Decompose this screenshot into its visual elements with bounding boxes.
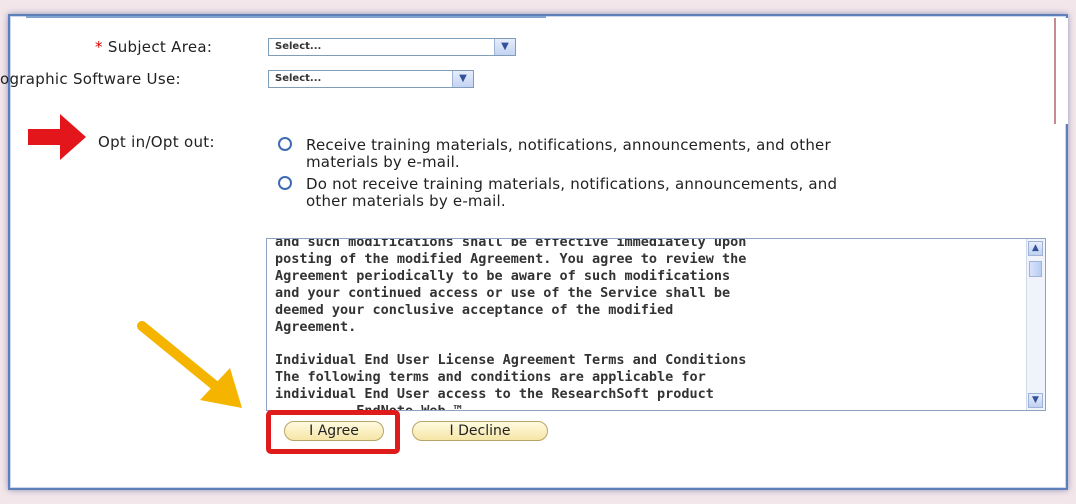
subject-area-value: Select...: [275, 41, 322, 52]
software-use-label: ographic Software Use:: [0, 70, 181, 88]
opt-out-text: Do not receive training materials, notif…: [306, 175, 838, 210]
license-line: Agreement.: [275, 318, 357, 335]
subject-area-label-text: Subject Area:: [107, 38, 213, 56]
chevron-up-icon[interactable]: ▲: [1028, 241, 1043, 256]
required-mark: *: [95, 38, 103, 56]
license-line: posting of the modified Agreement. You a…: [275, 250, 747, 267]
side-panel-edge: [1054, 18, 1068, 124]
license-textarea[interactable]: and such modifications shall be effectiv…: [266, 238, 1046, 411]
red-arrow-icon: [28, 114, 86, 160]
software-use-value: Select...: [275, 73, 322, 84]
subject-area-select[interactable]: Select... ▼: [268, 38, 516, 56]
license-line: The following terms and conditions are a…: [275, 369, 706, 386]
decline-button[interactable]: I Decline: [412, 421, 548, 441]
license-line: and such modifications shall be effectiv…: [275, 238, 747, 250]
opt-in-text: Receive training materials, notification…: [306, 136, 831, 171]
license-line: [275, 335, 1015, 352]
software-use-select[interactable]: Select... ▼: [268, 70, 474, 88]
agree-highlight-box: [266, 410, 400, 454]
license-line: and your continued access or use of the …: [275, 284, 731, 301]
chevron-down-icon[interactable]: ▼: [1028, 393, 1043, 408]
license-line: Individual End User License Agreement Te…: [275, 352, 747, 369]
header-divider: [26, 16, 546, 18]
license-line: Agreement periodically to be aware of su…: [275, 267, 731, 284]
chevron-down-icon[interactable]: ▼: [452, 71, 473, 87]
subject-area-label: * Subject Area:: [95, 38, 212, 56]
opt-out-radio[interactable]: [278, 176, 292, 190]
opt-label: Opt in/Opt out:: [98, 133, 215, 151]
scroll-thumb[interactable]: [1029, 261, 1042, 277]
yellow-arrow-icon: [137, 321, 242, 408]
license-scrollbar[interactable]: ▲ ▼: [1026, 239, 1045, 410]
chevron-down-icon[interactable]: ▼: [494, 39, 515, 55]
opt-in-radio[interactable]: [278, 137, 292, 151]
license-text: and such modifications shall be effectiv…: [275, 238, 1015, 410]
license-line: deemed your conclusive acceptance of the…: [275, 301, 674, 318]
license-line: individual End User access to the Resear…: [275, 386, 714, 403]
